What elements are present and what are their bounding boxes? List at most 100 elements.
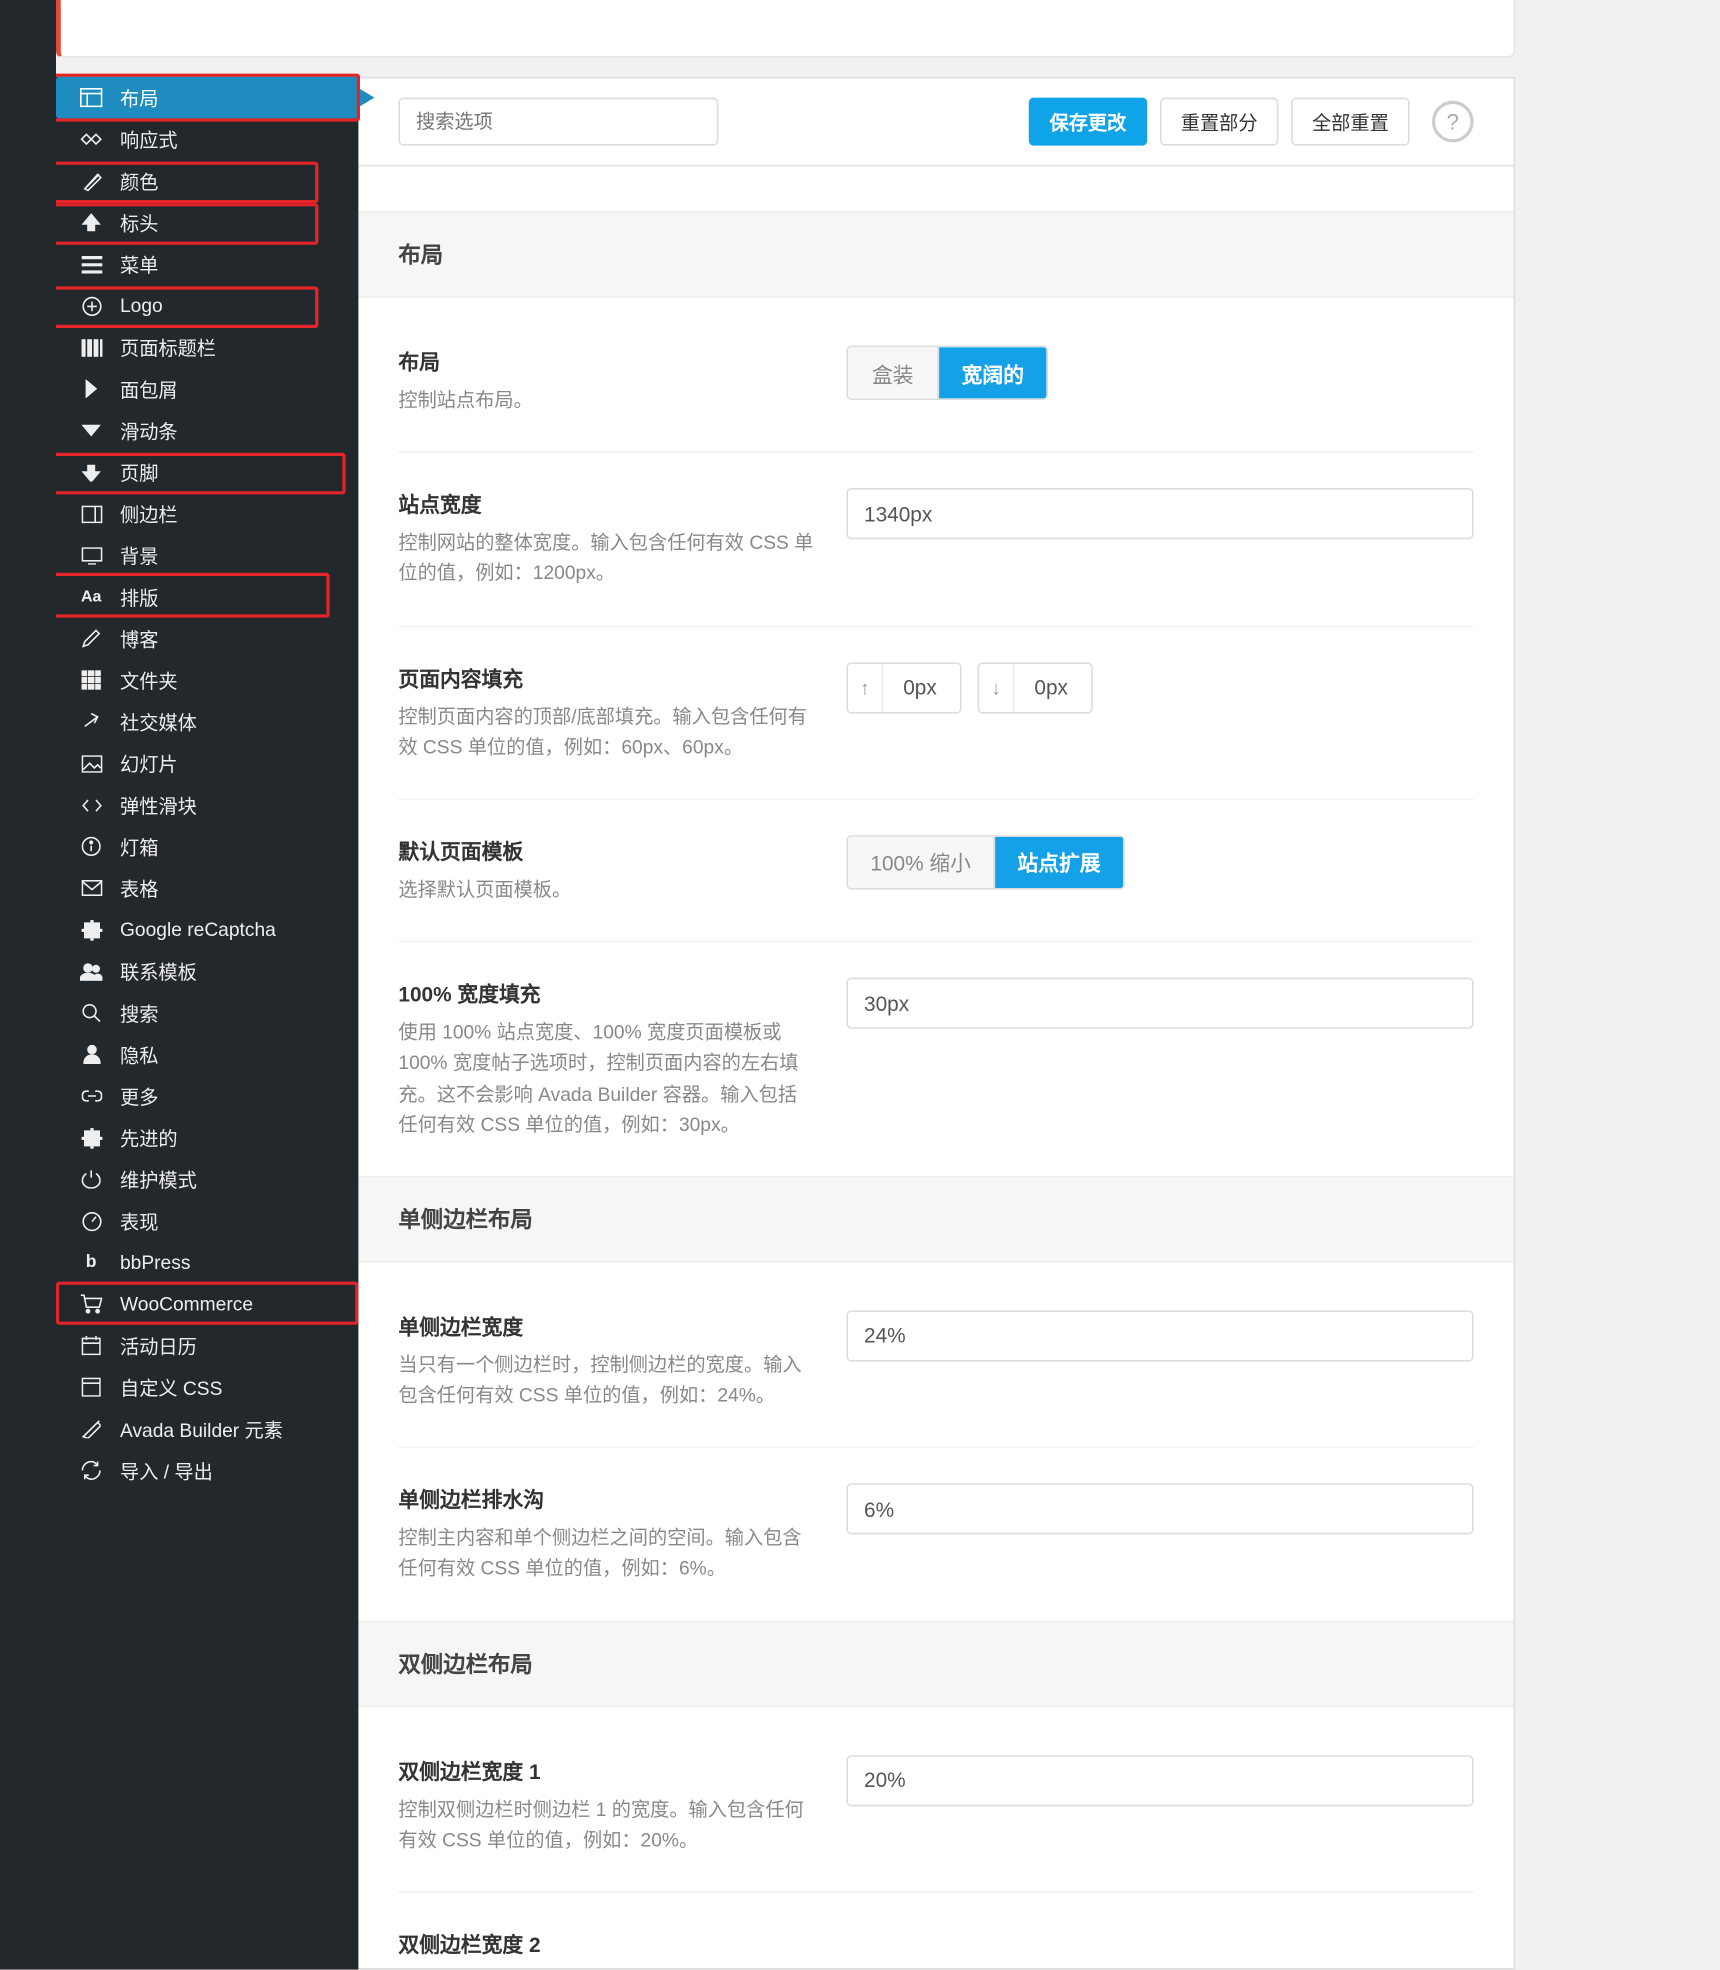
- dual-sidebar-width1-input[interactable]: [846, 1755, 1473, 1806]
- arrow-down-icon: ↓: [979, 663, 1014, 711]
- edit-icon: [78, 626, 104, 652]
- link-icon: [78, 1083, 104, 1109]
- padding-bottom-value[interactable]: [1014, 663, 1088, 711]
- options-content: 保存更改 重置部分 全部重置 ? 布局 布局 控制站点布局。 盒装: [358, 77, 1515, 1970]
- arrow-down-icon: [78, 459, 104, 485]
- person-icon: [78, 1042, 104, 1068]
- b-icon: b: [78, 1250, 104, 1276]
- padding-top-input[interactable]: ↑: [846, 662, 961, 713]
- field-label: 默认页面模板: [398, 835, 814, 865]
- sidebar-item-label: 更多: [120, 1082, 158, 1109]
- sidebar-item-lightbox[interactable]: 灯箱: [56, 826, 358, 868]
- arrow-up-icon: [78, 210, 104, 236]
- sidebar-item-label: 表格: [120, 874, 158, 901]
- field-desc: 当只有一个侧边栏时，控制侧边栏的宽度。输入包含任何有效 CSS 单位的值，例如：…: [398, 1350, 814, 1411]
- sidebar-item-search[interactable]: 搜索: [56, 992, 358, 1034]
- sidebar-item-label: Logo: [120, 294, 163, 316]
- sidebar-item-contact[interactable]: 联系模板: [56, 950, 358, 992]
- sidebar-item-events-calendar[interactable]: 活动日历: [56, 1325, 358, 1367]
- sidebar-item-label: 搜索: [120, 999, 158, 1026]
- sidebar-item-import-export[interactable]: 导入 / 导出: [56, 1450, 358, 1492]
- single-sidebar-width-input[interactable]: [846, 1310, 1473, 1361]
- sidebar-item-header[interactable]: 标头: [56, 202, 358, 244]
- sidebar-item-label: 弹性滑块: [120, 791, 197, 818]
- sidebar-item-logo[interactable]: Logo: [56, 285, 358, 327]
- sidebar-item-page-title-bar[interactable]: 页面标题栏: [56, 326, 358, 368]
- sidebar-item-label: bbPress: [120, 1251, 190, 1273]
- layout-wide-option[interactable]: 宽阔的: [938, 347, 1047, 398]
- field-label: 站点宽度: [398, 488, 814, 518]
- sidebar-item-sliding-bar[interactable]: 滑动条: [56, 410, 358, 452]
- sidebar-item-label: WooCommerce: [120, 1293, 253, 1315]
- field-desc: 控制网站的整体宽度。输入包含任何有效 CSS 单位的值，例如：1200px。: [398, 528, 814, 589]
- elements-icon: [78, 1416, 104, 1442]
- puzzle-icon: [78, 917, 104, 943]
- sidebar-item-label: 背景: [120, 542, 158, 569]
- menu-icon: [78, 251, 104, 277]
- sidebar-item-forms[interactable]: 表格: [56, 867, 358, 909]
- template-100-option[interactable]: 100% 缩小: [848, 837, 993, 888]
- sidebar-item-blog[interactable]: 博客: [56, 618, 358, 660]
- sidebar-item-extra[interactable]: 更多: [56, 1075, 358, 1117]
- bars-icon: [78, 334, 104, 360]
- sidebar-item-custom-css[interactable]: 自定义 CSS: [56, 1366, 358, 1408]
- save-button[interactable]: 保存更改: [1029, 98, 1147, 146]
- sidebar-item-background[interactable]: 背景: [56, 534, 358, 576]
- sidebar-item-label: 文件夹: [120, 666, 178, 693]
- sidebar-item-label: 隐私: [120, 1041, 158, 1068]
- layout-boxed-option[interactable]: 盒装: [848, 347, 938, 398]
- field-label: 单侧边栏排水沟: [398, 1484, 814, 1514]
- sidebar-item-label: 标头: [120, 209, 158, 236]
- chevron-down-icon: [78, 418, 104, 444]
- sidebar-item-label: 排版: [120, 583, 158, 610]
- sidebar-item-label: 菜单: [120, 250, 158, 277]
- sidebar-item-breadcrumb[interactable]: 面包屑: [56, 368, 358, 410]
- sidebar-item-bbpress[interactable]: b bbPress: [56, 1242, 358, 1284]
- sidebar-item-label: 侧边栏: [120, 500, 178, 527]
- sidebar-item-label: 面包屑: [120, 375, 178, 402]
- sidebar-item-label: 表现: [120, 1207, 158, 1234]
- sidebar-item-sidebars[interactable]: 侧边栏: [56, 493, 358, 535]
- default-template-toggle: 100% 缩小 站点扩展: [846, 835, 1124, 889]
- sidebar-item-slideshow[interactable]: 幻灯片: [56, 742, 358, 784]
- section-header-layout: 布局: [358, 211, 1513, 297]
- sidebar-item-recaptcha[interactable]: Google reCaptcha: [56, 909, 358, 951]
- sidebar-item-label: 幻灯片: [120, 750, 178, 777]
- sidebar-item-layout[interactable]: 布局: [56, 77, 358, 119]
- padding-bottom-input[interactable]: ↓: [978, 662, 1093, 713]
- sidebar-item-portfolio[interactable]: 文件夹: [56, 659, 358, 701]
- sidebar-item-colors[interactable]: 颜色: [56, 160, 358, 202]
- field-desc: 选择默认页面模板。: [398, 875, 814, 906]
- sidebar-item-label: Google reCaptcha: [120, 918, 276, 940]
- sidebar-item-builder-elements[interactable]: Avada Builder 元素: [56, 1408, 358, 1450]
- sidebar-item-responsive[interactable]: 响应式: [56, 118, 358, 160]
- sidebar-item-menu[interactable]: 菜单: [56, 243, 358, 285]
- sidebar-item-maintenance[interactable]: 维护模式: [56, 1158, 358, 1200]
- sidebar-item-label: Avada Builder 元素: [120, 1415, 283, 1442]
- site-width-input[interactable]: [846, 488, 1473, 539]
- sidebar-item-elastic-slider[interactable]: 弹性滑块: [56, 784, 358, 826]
- image-icon: [78, 750, 104, 776]
- single-sidebar-gutter-input[interactable]: [846, 1484, 1473, 1535]
- expand-icon: [78, 792, 104, 818]
- reset-all-button[interactable]: 全部重置: [1291, 98, 1409, 146]
- sidebar-item-privacy[interactable]: 隐私: [56, 1034, 358, 1076]
- sidebar-item-performance[interactable]: 表现: [56, 1200, 358, 1242]
- sidebar-item-advanced[interactable]: 先进的: [56, 1117, 358, 1159]
- sidebar-item-label: 活动日历: [120, 1332, 197, 1359]
- reset-section-button[interactable]: 重置部分: [1160, 98, 1278, 146]
- sidebar-item-footer[interactable]: 页脚: [56, 451, 358, 493]
- sidebar-item-woocommerce[interactable]: WooCommerce: [56, 1283, 358, 1325]
- sidebar-item-social[interactable]: 社交媒体: [56, 701, 358, 743]
- field-label: 单侧边栏宽度: [398, 1310, 814, 1340]
- padding-top-value[interactable]: [883, 663, 957, 711]
- sidebar-item-typography[interactable]: Aa 排版: [56, 576, 358, 618]
- layout-mode-toggle: 盒装 宽阔的: [846, 346, 1048, 400]
- hundred-padding-input[interactable]: [846, 978, 1473, 1029]
- template-site-option[interactable]: 站点扩展: [993, 837, 1123, 888]
- refresh-icon: [78, 1458, 104, 1484]
- sidebar-item-label: 页面标题栏: [120, 334, 216, 361]
- search-icon: [78, 1000, 104, 1026]
- help-icon[interactable]: ?: [1432, 101, 1474, 143]
- search-options-input[interactable]: [398, 98, 718, 146]
